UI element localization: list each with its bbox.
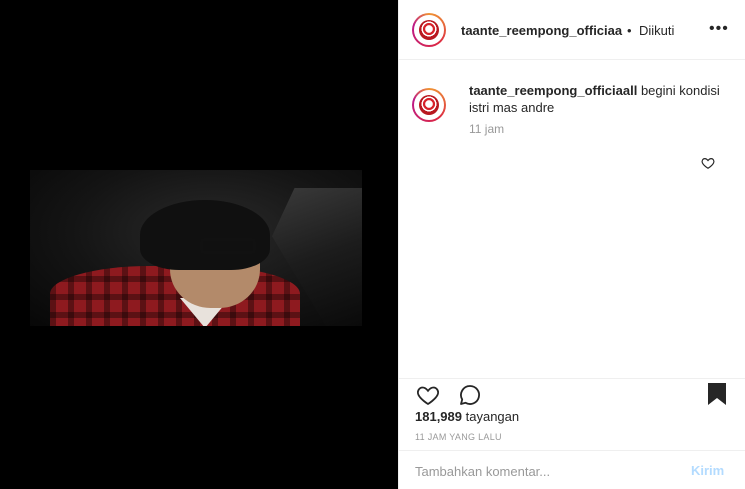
profile-logo-icon xyxy=(418,19,440,41)
person-hair xyxy=(140,200,270,270)
more-options-icon[interactable]: ••• xyxy=(709,20,729,38)
view-count-label: tayangan xyxy=(465,409,520,424)
avatar[interactable] xyxy=(412,13,446,47)
video-player[interactable] xyxy=(30,170,362,326)
add-comment-bar: Kirim xyxy=(399,450,745,489)
follow-status-button[interactable]: Diikuti xyxy=(639,23,674,38)
view-count-number: 181,989 xyxy=(415,409,462,424)
action-bar xyxy=(399,378,745,408)
header-separator: • xyxy=(627,23,632,38)
post-details-panel: taante_reempong_officiaa • Diikuti ••• t… xyxy=(398,0,745,489)
comments-section: taante_reempong_officiaall begini kondis… xyxy=(399,60,745,378)
post-media[interactable] xyxy=(0,0,398,489)
caption-time[interactable]: 11 jam xyxy=(469,122,504,136)
person-glasses xyxy=(200,238,256,254)
caption-avatar[interactable] xyxy=(412,88,446,122)
post-timestamp[interactable]: 11 JAM YANG LALU xyxy=(415,432,502,442)
profile-logo-icon xyxy=(418,94,440,116)
bookmark-icon[interactable] xyxy=(705,381,729,407)
heart-icon[interactable] xyxy=(415,383,441,407)
comment-like-heart-icon[interactable] xyxy=(701,156,715,170)
post-caption: taante_reempong_officiaall begini kondis… xyxy=(469,82,729,116)
post-header: taante_reempong_officiaa • Diikuti ••• xyxy=(399,0,745,60)
comment-icon[interactable] xyxy=(457,383,483,407)
view-count[interactable]: 181,989 tayangan xyxy=(415,409,519,424)
header-username-link[interactable]: taante_reempong_officiaa xyxy=(461,23,622,38)
comment-input[interactable] xyxy=(415,461,675,481)
post-comment-button[interactable]: Kirim xyxy=(691,463,724,478)
caption-username-link[interactable]: taante_reempong_officiaall xyxy=(469,83,637,98)
